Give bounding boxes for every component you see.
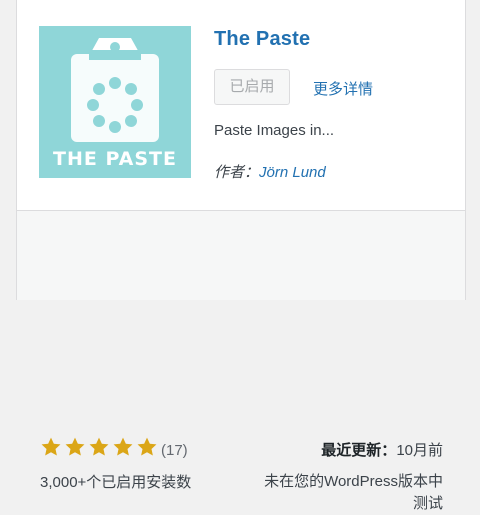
- last-updated-label: 最近更新：: [321, 442, 397, 459]
- star-icon: [41, 437, 61, 456]
- plugin-icon-text: THE PASTE: [53, 148, 177, 170]
- author-label: 作者：: [214, 164, 260, 181]
- clipboard-icon: THE PASTE: [39, 26, 191, 178]
- plugin-card-top: THE PASTE The Paste 已启用 更多详情 Paste Image…: [17, 0, 465, 210]
- star-icon: [113, 437, 133, 456]
- plugin-card: THE PASTE The Paste 已启用 更多详情 Paste Image…: [16, 0, 466, 512]
- author-link[interactable]: Jörn Lund: [259, 164, 326, 181]
- more-details-link[interactable]: 更多详情: [313, 78, 373, 99]
- star-icon: [65, 437, 85, 456]
- plugin-title-link[interactable]: The Paste: [214, 28, 310, 51]
- compatibility-notice: 未在您的WordPress版本中测试: [264, 473, 443, 512]
- plugin-icon[interactable]: THE PASTE: [39, 26, 191, 178]
- star-icon: [89, 437, 109, 456]
- last-updated-value: 10月前: [396, 442, 443, 459]
- star-rating: [40, 436, 160, 458]
- last-updated: 最近更新：10月前: [321, 439, 443, 460]
- plugin-author: 作者：Jörn Lund: [214, 161, 326, 182]
- activated-button[interactable]: 已启用: [214, 69, 290, 105]
- plugin-description: Paste Images in...: [214, 122, 335, 139]
- plugin-card-bottom: (17) 3,000+个已启用安装数 最近更新：10月前 未在您的WordPre…: [17, 210, 465, 512]
- rating-count: (17): [161, 442, 188, 459]
- star-icon: [137, 437, 157, 456]
- active-installs: 3,000+个已启用安装数: [40, 474, 192, 491]
